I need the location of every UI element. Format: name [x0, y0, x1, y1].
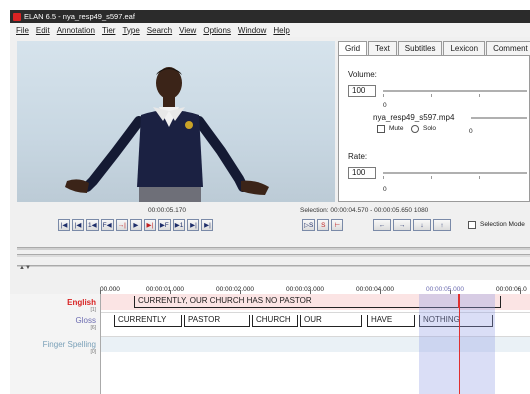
tier-name-gloss[interactable]: Gloss [76, 316, 96, 325]
volume-tick [479, 94, 480, 97]
playhead-crosshair-ruler [458, 294, 459, 308]
ruler-tick-label: 00:00:03.000 [286, 286, 324, 293]
rate-slider[interactable] [383, 172, 527, 174]
next-second-button[interactable]: ▶| [187, 219, 200, 231]
annotation-gloss[interactable]: PASTOR [184, 315, 250, 327]
title-bar: ELAN 6.5 - nya_resp49_s597.eaf [10, 10, 530, 23]
ruler-tick-label: 00:00:05.000 [426, 286, 464, 293]
elan-app-icon [13, 12, 21, 21]
ruler-tick-label: 00:00:06.0 [496, 286, 527, 293]
rate-input[interactable]: 100 [348, 167, 376, 179]
annotation-gloss[interactable]: CURRENTLY [114, 315, 182, 327]
playhead-crosshair[interactable] [459, 294, 460, 394]
volume-tick [383, 94, 384, 97]
go-to-begin-button[interactable]: |◀ [58, 219, 70, 231]
divider [17, 265, 530, 267]
tier-down-button[interactable]: ↓ [413, 219, 431, 231]
tab-subtitles[interactable]: Subtitles [397, 41, 443, 55]
mute-label: Mute [389, 125, 404, 132]
time-ruler[interactable]: 00.000 00:00:01.000 00:00:02.000 00:00:0… [100, 280, 530, 294]
media-volume-slider[interactable] [471, 117, 527, 119]
play-around-button[interactable]: ▶| [143, 219, 156, 231]
previous-pixel-button[interactable]: 1◀ [86, 219, 99, 231]
tier-name-column: English [1] Gloss [6] Finger Spelling [0… [10, 294, 100, 394]
audio-controls-panel: Volume: 100 0 nya_resp49_s597.mp4 Mute S… [338, 55, 530, 202]
rate-tick [383, 176, 384, 179]
tier-count-gloss: [6] [90, 325, 96, 331]
menu-bar: File Edit Annotation Tier Type Search Vi… [10, 23, 530, 37]
ruler-tick-label: 00:00:02.000 [216, 286, 254, 293]
window-title: ELAN 6.5 - nya_resp49_s597.eaf [24, 12, 135, 21]
next-annotation-button[interactable]: → [393, 219, 411, 231]
menu-search[interactable]: Search [147, 26, 172, 35]
media-min-label: 0 [469, 128, 473, 135]
go-to-end-button[interactable]: ▶| [201, 219, 214, 231]
rate-min-label: 0 [383, 186, 387, 193]
menu-edit[interactable]: Edit [36, 26, 50, 35]
play-selection-button[interactable]: →| [115, 219, 128, 231]
annotation-gloss[interactable]: CHURCH [252, 315, 298, 327]
zoom-strip[interactable] [17, 254, 530, 257]
tier-name-finger-spelling[interactable]: Finger Spelling [43, 340, 96, 349]
current-time: 00:00:05.170 [148, 207, 186, 214]
menu-options[interactable]: Options [203, 26, 231, 35]
ruler-tick-label: 00.000 [100, 286, 120, 293]
selection-highlight [419, 294, 495, 394]
solo-label: Solo [423, 125, 437, 132]
menu-annotation[interactable]: Annotation [57, 26, 95, 35]
selection-boundary-button[interactable]: ⊢ [331, 219, 344, 231]
tier-count-english: [1] [90, 307, 96, 313]
ruler-tick-label: 00:00:01.000 [146, 286, 184, 293]
mute-checkbox[interactable] [377, 125, 385, 133]
menu-help[interactable]: Help [273, 26, 289, 35]
volume-min-label: 0 [383, 102, 387, 109]
workspace: Grid Text Subtitles Lexicon Comment Volu… [10, 37, 530, 394]
volume-tick [431, 94, 432, 97]
rate-tick [479, 176, 480, 179]
tier-name-english[interactable]: English [67, 298, 96, 307]
rate-label: Rate: [348, 152, 368, 161]
annotation-gloss[interactable]: HAVE [367, 315, 415, 327]
menu-view[interactable]: View [179, 26, 196, 35]
selection-mode-label: Selection Mode [480, 221, 525, 228]
annotation-gloss[interactable]: OUR [300, 315, 362, 327]
collapse-arrows-icon[interactable]: ▲▼ [19, 265, 31, 271]
volume-label: Volume: [348, 70, 377, 79]
scroll-strip[interactable] [17, 247, 530, 250]
signer-figure [65, 67, 269, 202]
tab-grid[interactable]: Grid [338, 41, 368, 55]
clear-selection-button[interactable]: S [317, 219, 330, 231]
video-viewer[interactable] [17, 41, 335, 202]
rate-tick [431, 176, 432, 179]
selection-mode-checkbox[interactable] [468, 221, 476, 229]
media-file-label: nya_resp49_s597.mp4 [373, 113, 455, 122]
annotation-navigation: ← → ↓ ↑ [373, 219, 451, 231]
menu-file[interactable]: File [16, 26, 29, 35]
tab-comment[interactable]: Comment [486, 41, 530, 55]
tier-up-button[interactable]: ↑ [433, 219, 451, 231]
volume-input[interactable]: 100 [348, 85, 376, 97]
ruler-tick-label: 00:00:04.000 [356, 286, 394, 293]
selection-readout: Selection: 00:00:04.570 - 00:00:05.650 1… [300, 207, 429, 214]
next-frame-button[interactable]: ▶F [157, 219, 171, 231]
play-button[interactable]: ▶ [129, 219, 142, 231]
previous-annotation-button[interactable]: ← [373, 219, 391, 231]
next-pixel-button[interactable]: ▶1 [172, 219, 186, 231]
selection-begin-button[interactable]: ▷S [302, 219, 316, 231]
volume-slider[interactable] [383, 90, 527, 92]
menu-tier[interactable]: Tier [102, 26, 115, 35]
previous-frame-button[interactable]: F◀ [100, 219, 114, 231]
side-panel-tabs: Grid Text Subtitles Lexicon Comment [338, 41, 530, 55]
annotation-timeline[interactable]: CURRENTLY, OUR CHURCH HAS NO PASTOR CURR… [100, 294, 530, 394]
previous-second-button[interactable]: |◀ [72, 219, 84, 231]
selection-controls: ▷S S ⊢ [302, 219, 344, 231]
menu-window[interactable]: Window [238, 26, 266, 35]
solo-radio[interactable] [411, 125, 419, 133]
tier-count-finger-spelling: [0] [90, 349, 96, 355]
tab-lexicon[interactable]: Lexicon [443, 41, 486, 55]
menu-type[interactable]: Type [122, 26, 139, 35]
tab-text[interactable]: Text [368, 41, 397, 55]
playback-controls: |◀ |◀ 1◀ F◀ →| ▶ ▶| ▶F ▶1 ▶| ▶| [58, 219, 214, 231]
